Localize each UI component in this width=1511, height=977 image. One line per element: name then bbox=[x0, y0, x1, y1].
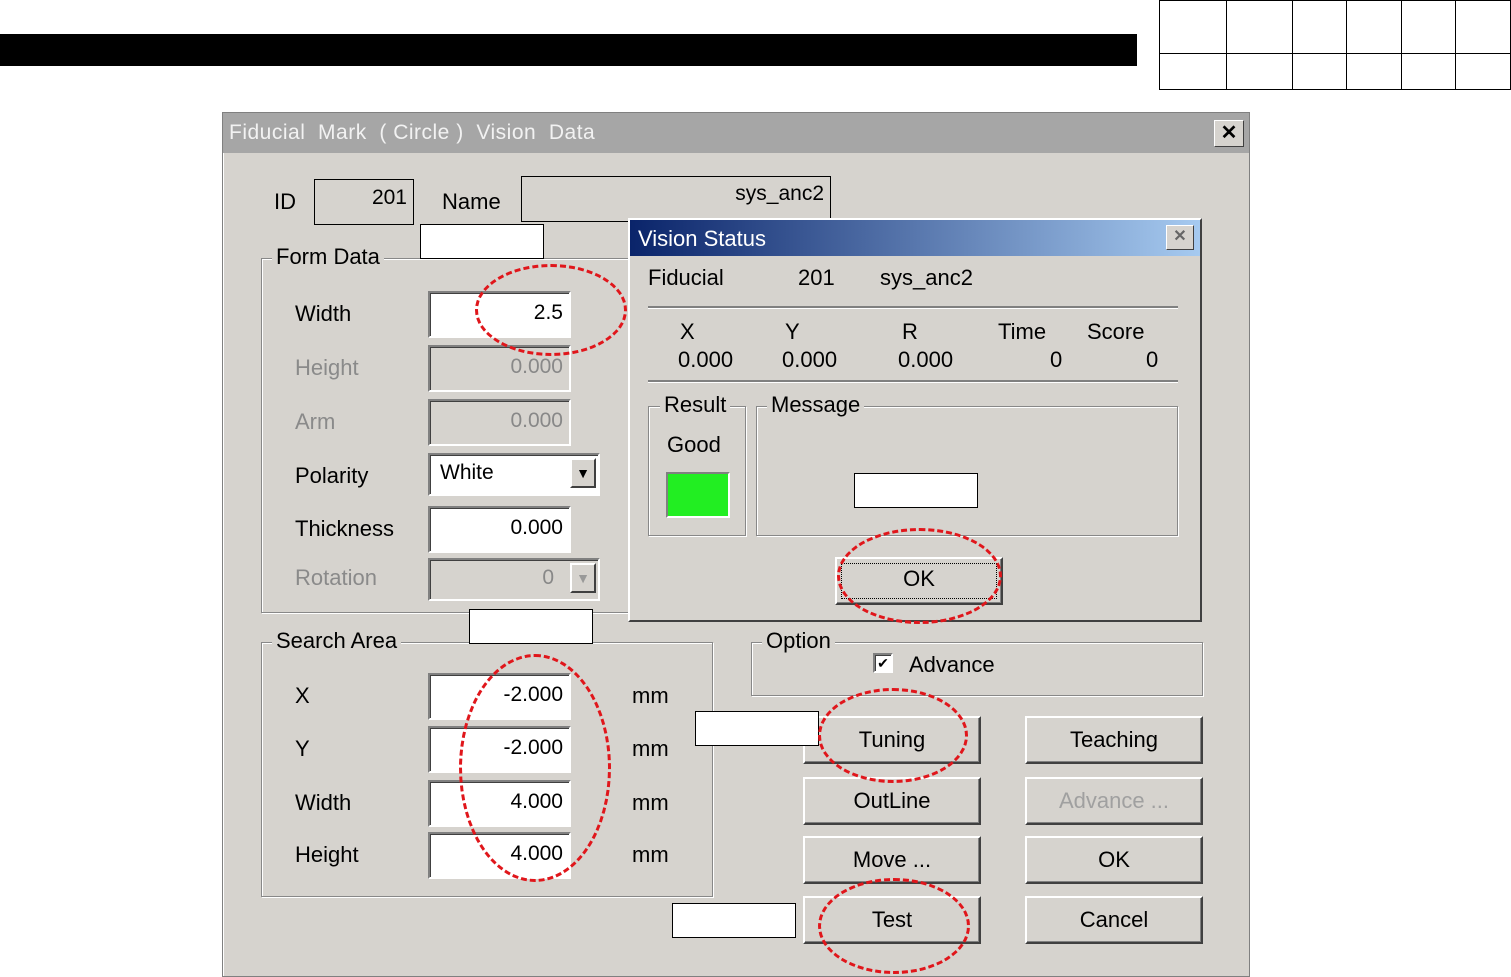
col-y-header: Y bbox=[785, 319, 800, 344]
search-height-unit: mm bbox=[632, 842, 669, 867]
advance-option-label: Advance bbox=[909, 652, 995, 677]
cancel-button[interactable]: Cancel bbox=[1025, 896, 1203, 944]
id-field: 201 bbox=[314, 179, 414, 225]
search-y-unit: mm bbox=[632, 736, 669, 761]
polarity-label: Polarity bbox=[295, 463, 369, 488]
search-width-label: Width bbox=[295, 790, 352, 815]
arm-input[interactable]: 0.000 bbox=[428, 399, 571, 446]
annotation-circle bbox=[837, 528, 1002, 624]
separator bbox=[648, 306, 1178, 309]
polarity-select[interactable]: White ▼ bbox=[428, 453, 600, 496]
rotation-label: Rotation bbox=[295, 565, 377, 590]
dialog-close-button[interactable]: ✕ bbox=[1214, 120, 1244, 147]
width-label: Width bbox=[295, 301, 352, 326]
search-area-title: Search Area bbox=[272, 628, 402, 654]
search-x-unit: mm bbox=[632, 683, 669, 708]
chevron-down-icon[interactable]: ▼ bbox=[570, 458, 596, 488]
outline-button[interactable]: OutLine bbox=[803, 777, 981, 825]
arm-label: Arm bbox=[295, 409, 336, 434]
advance-checkbox[interactable]: ✔ bbox=[873, 653, 893, 673]
fiducial-label: Fiducial bbox=[648, 265, 724, 290]
dialog-titlebar: Fiducial Mark ( Circle ) Vision Data ✕ bbox=[223, 113, 1249, 153]
callout-label bbox=[695, 711, 819, 746]
col-score-header: Score bbox=[1087, 319, 1145, 344]
move-button[interactable]: Move ... bbox=[803, 836, 981, 884]
col-time-header: Time bbox=[998, 319, 1047, 344]
thickness-input[interactable]: 0.000 bbox=[428, 506, 571, 553]
col-x-header: X bbox=[680, 319, 695, 344]
value-x: 0.000 bbox=[678, 347, 734, 372]
search-y-label: Y bbox=[295, 736, 310, 761]
value-y: 0.000 bbox=[782, 347, 838, 372]
result-value: Good bbox=[667, 432, 721, 457]
annotation-circle bbox=[818, 878, 970, 974]
height-label: Height bbox=[295, 355, 359, 380]
advance-button[interactable]: Advance ... bbox=[1025, 777, 1203, 825]
thickness-label: Thickness bbox=[295, 516, 395, 541]
search-height-label: Height bbox=[295, 842, 359, 867]
form-data-title: Form Data bbox=[272, 244, 384, 270]
value-score: 0 bbox=[1146, 347, 1159, 372]
rotation-value: 0 bbox=[542, 566, 554, 589]
polarity-value: White bbox=[440, 461, 494, 484]
vision-status-title: Vision Status bbox=[638, 226, 767, 251]
fiducial-name: sys_anc2 bbox=[880, 265, 973, 290]
ok-button[interactable]: OK bbox=[1025, 836, 1203, 884]
separator bbox=[648, 380, 1178, 383]
option-title: Option bbox=[762, 628, 835, 654]
annotation-circle bbox=[459, 654, 611, 882]
name-field[interactable]: sys_anc2 bbox=[521, 176, 831, 222]
value-time: 0 bbox=[1050, 347, 1063, 372]
header-table bbox=[1159, 0, 1511, 90]
close-icon: ✕ bbox=[1220, 122, 1238, 144]
callout-label bbox=[854, 473, 978, 508]
message-group bbox=[756, 406, 1178, 536]
fiducial-id: 201 bbox=[798, 265, 835, 290]
result-title: Result bbox=[660, 392, 731, 418]
col-r-header: R bbox=[902, 319, 918, 344]
close-icon: ✕ bbox=[1173, 228, 1187, 245]
value-r: 0.000 bbox=[898, 347, 954, 372]
annotation-circle bbox=[818, 688, 968, 783]
id-label: ID bbox=[274, 189, 296, 214]
result-indicator bbox=[666, 472, 730, 518]
dialog-title: Fiducial Mark ( Circle ) Vision Data bbox=[229, 121, 596, 144]
callout-label bbox=[469, 609, 593, 644]
vision-status-titlebar: Vision Status ✕ bbox=[630, 220, 1200, 256]
teaching-button[interactable]: Teaching bbox=[1025, 716, 1203, 764]
callout-label bbox=[420, 224, 544, 259]
message-title: Message bbox=[767, 392, 865, 418]
header-bar bbox=[0, 34, 1137, 66]
search-x-label: X bbox=[295, 683, 310, 708]
search-width-unit: mm bbox=[632, 790, 669, 815]
rotation-select[interactable]: 0 ▼ bbox=[428, 558, 600, 601]
chevron-down-icon[interactable]: ▼ bbox=[570, 563, 596, 593]
vision-status-close-button[interactable]: ✕ bbox=[1166, 225, 1194, 250]
annotation-circle bbox=[475, 264, 627, 356]
name-label: Name bbox=[442, 189, 501, 214]
callout-label bbox=[672, 903, 796, 938]
